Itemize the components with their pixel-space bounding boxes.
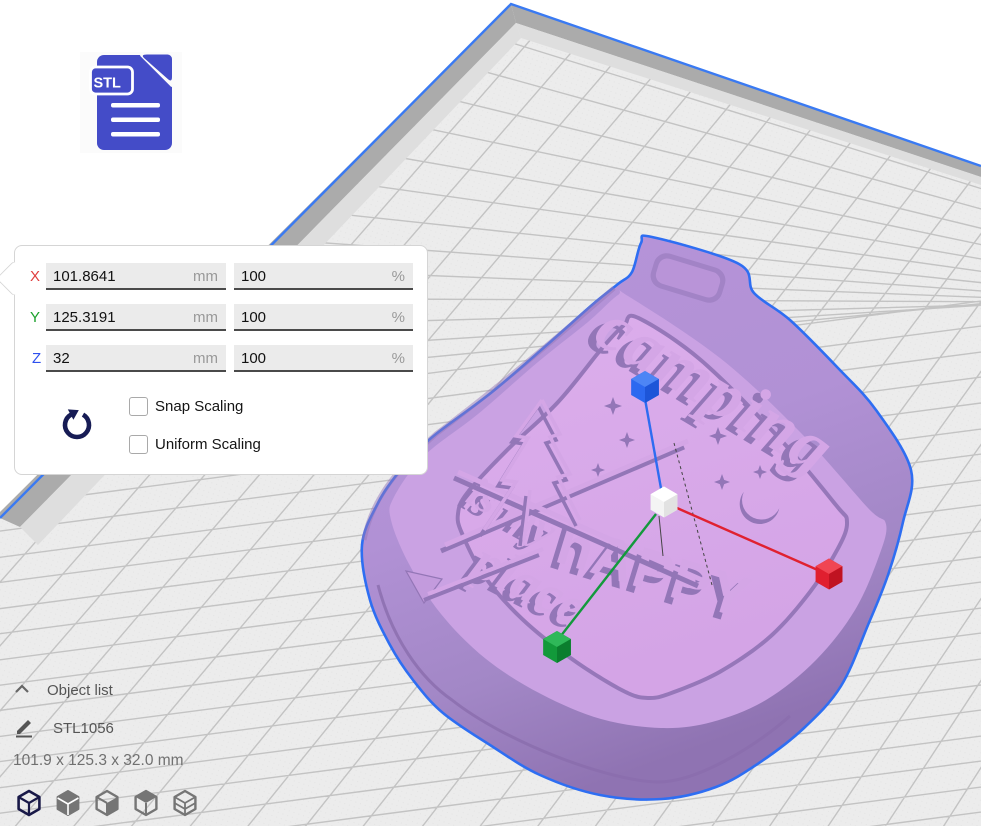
svg-text:STL: STL [94,76,122,92]
